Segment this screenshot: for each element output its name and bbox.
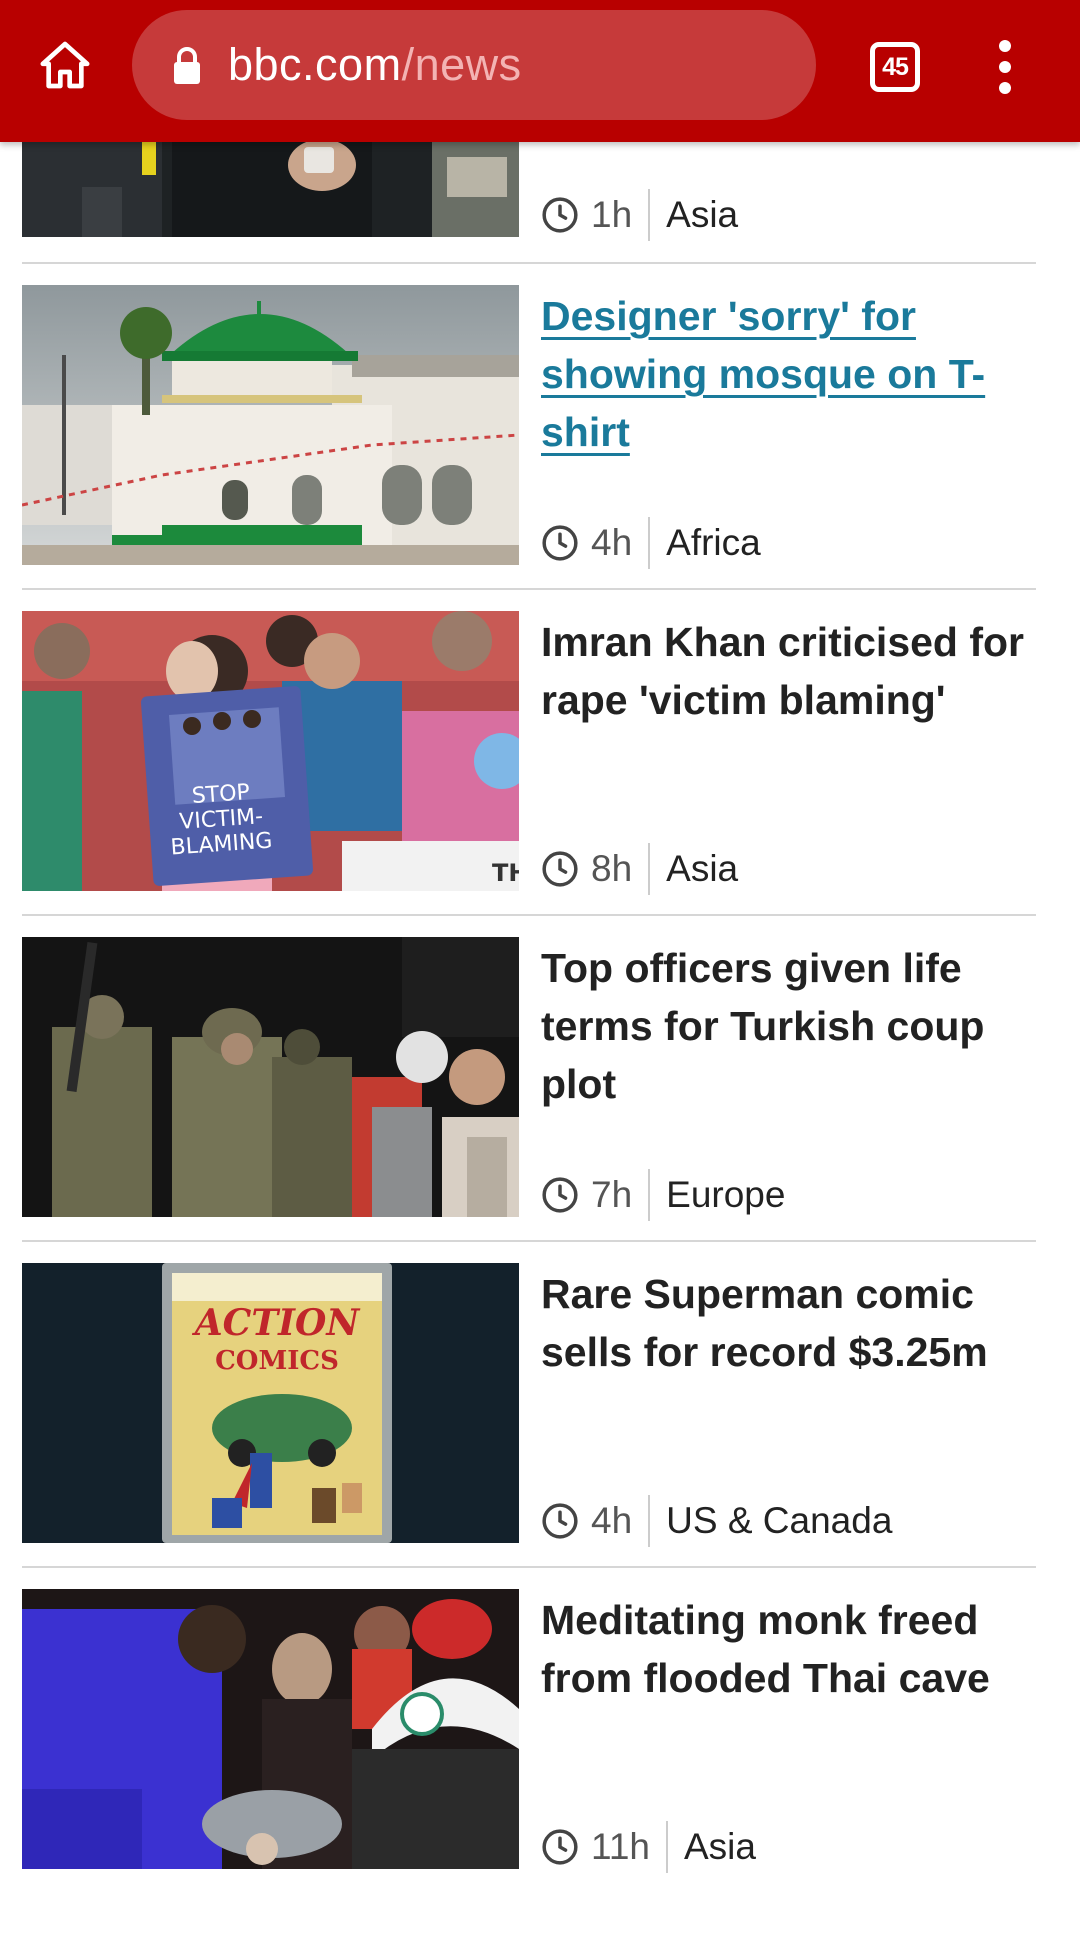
story-divider <box>22 588 1036 590</box>
url-host: bbc.com <box>228 39 402 90</box>
story-time: 4h <box>591 1500 633 1541</box>
more-vert-icon[interactable] <box>975 30 1035 104</box>
story-headline[interactable]: Imran Khan criticised for rape 'victim b… <box>541 613 1061 729</box>
story-thumbnail[interactable] <box>22 285 519 565</box>
clock-icon <box>542 197 578 233</box>
story-section[interactable]: Asia <box>684 1826 756 1868</box>
meta-separator <box>648 1495 651 1547</box>
story-divider <box>22 1566 1036 1568</box>
clock-icon <box>542 1177 578 1213</box>
tab-switcher-icon: 45 <box>870 42 920 92</box>
story-thumbnail[interactable]: ACTION COMICS <box>22 1263 519 1543</box>
story-thumbnail[interactable] <box>22 937 519 1217</box>
meta-separator <box>648 1169 651 1221</box>
tab-switcher-button[interactable]: 45 <box>860 32 930 102</box>
story-divider <box>22 262 1036 264</box>
story-headline[interactable]: Meditating monk freed from flooded Thai … <box>541 1591 1061 1707</box>
story-thumbnail[interactable] <box>22 1589 519 1869</box>
story-time: 11h <box>591 1826 650 1867</box>
story-thumbnail[interactable]: STOP VICTIM- BLAMING TH <box>22 611 519 891</box>
browser-toolbar: bbc.com/news 45 <box>0 0 1080 142</box>
url-text: bbc.com/news <box>228 39 522 91</box>
clock-icon <box>542 525 578 561</box>
story-meta: 8h Asia <box>541 843 738 895</box>
lock-icon <box>170 45 204 85</box>
clock-icon <box>542 1503 578 1539</box>
story-meta: 7h Europe <box>541 1169 785 1221</box>
meta-separator <box>648 189 651 241</box>
url-bar[interactable]: bbc.com/news <box>132 10 816 120</box>
story-meta: 4h US & Canada <box>541 1495 892 1547</box>
meta-separator <box>648 843 651 895</box>
story-headline[interactable]: Top officers given life terms for Turkis… <box>541 939 1061 1113</box>
menu-dot <box>999 82 1011 94</box>
clock-icon <box>542 1829 578 1865</box>
home-icon <box>40 41 90 89</box>
story-time: 7h <box>591 1174 633 1215</box>
meta-separator <box>648 517 651 569</box>
story-time: 4h <box>591 522 633 563</box>
story-meta: 4h Africa <box>541 517 761 569</box>
story-section[interactable]: Asia <box>666 848 738 890</box>
sign-text-partial: TH <box>492 859 519 887</box>
story-headline[interactable]: Designer 'sorry' for showing mosque on T… <box>541 287 1061 461</box>
story-section[interactable]: Africa <box>666 522 761 564</box>
story-meta: 11h Asia <box>541 1821 756 1873</box>
menu-dot <box>999 40 1011 52</box>
url-path: /news <box>401 39 522 90</box>
story-section[interactable]: Asia <box>666 194 738 236</box>
comic-title-line1: ACTION <box>192 1302 362 1344</box>
tab-count: 45 <box>882 52 909 81</box>
comic-title-line2: COMICS <box>215 1346 339 1376</box>
clock-icon <box>542 851 578 887</box>
home-button[interactable] <box>28 28 102 102</box>
story-time: 1h <box>591 194 633 235</box>
menu-dot <box>999 61 1011 73</box>
story-headline[interactable]: Rare Superman comic sells for record $3.… <box>541 1265 1061 1381</box>
story-meta: 1h Asia <box>541 189 738 241</box>
story-divider <box>22 1240 1036 1242</box>
meta-separator <box>666 1821 668 1873</box>
story-divider <box>22 914 1036 916</box>
story-time: 8h <box>591 848 633 889</box>
story-section[interactable]: US & Canada <box>666 1500 892 1542</box>
story-section[interactable]: Europe <box>666 1174 785 1216</box>
